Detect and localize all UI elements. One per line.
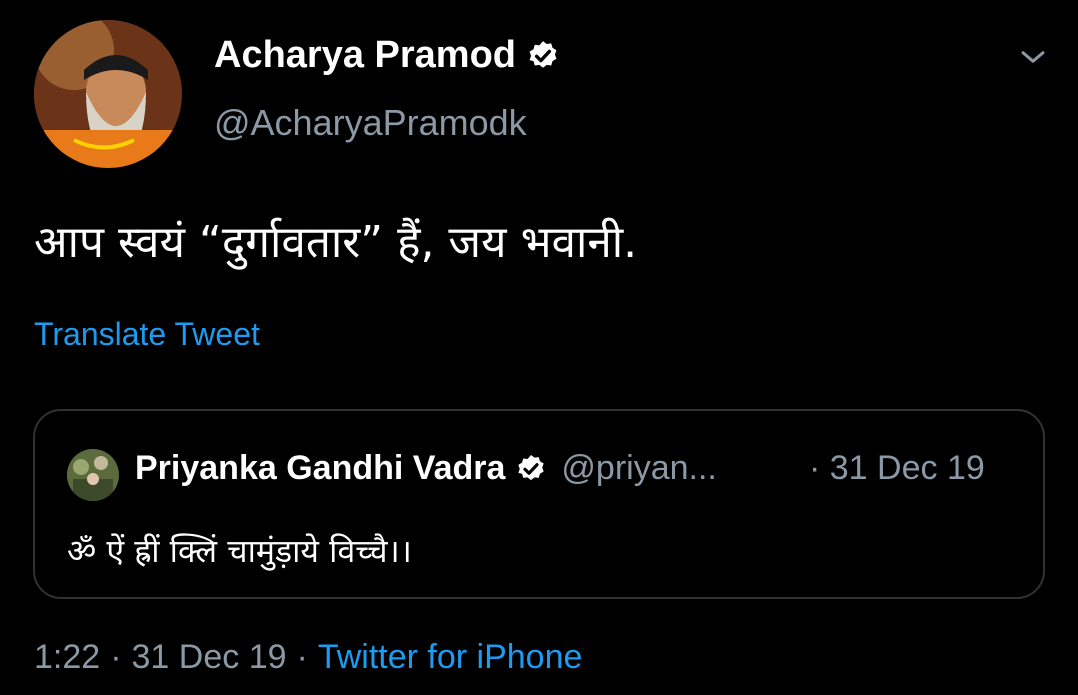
author-handle[interactable]: @AcharyaPramodk (214, 102, 527, 144)
verified-badge-icon (518, 454, 545, 480)
tweet-date[interactable]: 31 Dec 19 (132, 638, 287, 677)
meta-separator: · (110, 638, 122, 676)
quoted-tweet-text: ॐ ऐं ह्रीं क्लिं चामुंड़ाये विच्चै।। (67, 532, 412, 570)
quoted-tweet-card[interactable]: Priyanka Gandhi Vadra @priyan... · 31 De… (33, 409, 1045, 599)
author-name[interactable]: Acharya Pramod (214, 34, 516, 77)
author-avatar[interactable] (34, 20, 182, 168)
quoted-author-avatar (67, 449, 119, 501)
meta-separator: · (296, 638, 308, 676)
quoted-author-name: Priyanka Gandhi Vadra (135, 449, 506, 487)
quoted-author-row: Priyanka Gandhi Vadra @priyan... (135, 449, 717, 488)
tweet-meta: 1:22 · 31 Dec 19 · Twitter for iPhone (34, 638, 582, 677)
translate-tweet-link[interactable]: Translate Tweet (34, 316, 260, 353)
verified-badge-icon (529, 40, 557, 68)
author-name-row[interactable]: Acharya Pramod (214, 34, 560, 77)
tweet-source-link[interactable]: Twitter for iPhone (318, 638, 583, 677)
chevron-down-icon[interactable] (1016, 40, 1050, 74)
tweet-time: 1:22 (34, 638, 101, 676)
quoted-tweet-date: · 31 Dec 19 (809, 449, 985, 487)
quoted-author-handle: @priyan... (561, 449, 717, 487)
tweet-text: आप स्वयं “दुर्गावतार” हैं, जय भवानी. (34, 217, 638, 268)
